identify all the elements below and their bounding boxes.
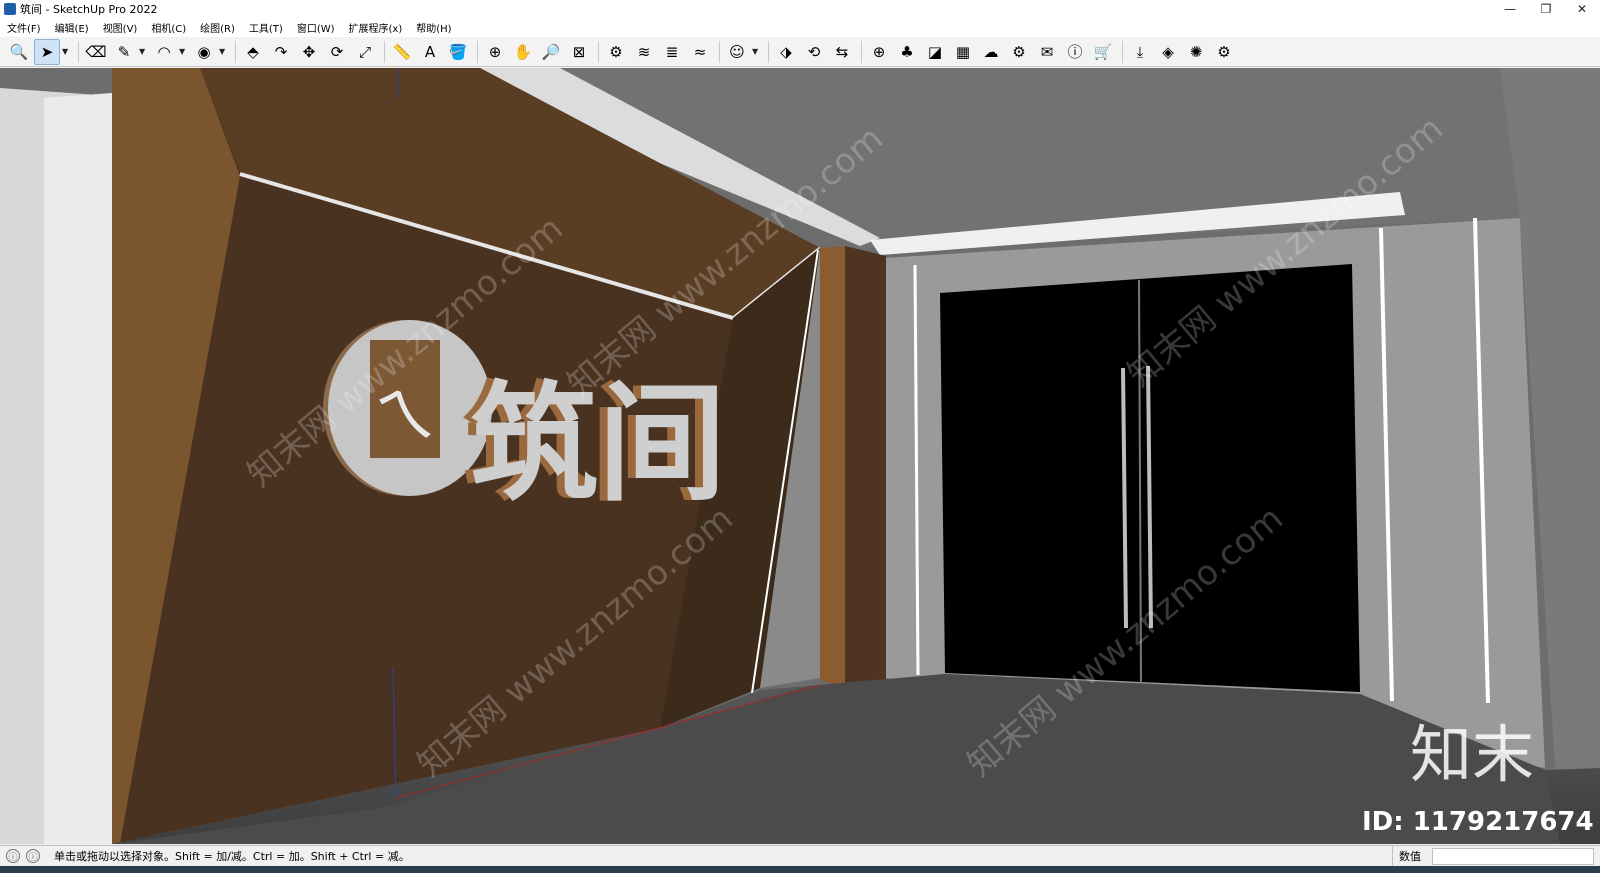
credits-icon[interactable]: ⓘ bbox=[26, 849, 40, 863]
close-button[interactable]: ✕ bbox=[1564, 0, 1600, 18]
menu-camera[interactable]: 相机(C) bbox=[144, 20, 193, 35]
zoom-window-icon[interactable]: ⊠ bbox=[566, 39, 592, 65]
pan-icon[interactable]: ✋ bbox=[510, 39, 536, 65]
brand-id: ID: 1179217674 bbox=[1362, 807, 1594, 837]
move-icon[interactable]: ✥ bbox=[296, 39, 322, 65]
menu-edit[interactable]: 编辑(E) bbox=[48, 20, 96, 35]
toolbar-separator bbox=[384, 40, 385, 63]
builder-icon[interactable]: ⬗ bbox=[773, 39, 799, 65]
cloud-icon[interactable]: ☁ bbox=[978, 39, 1004, 65]
menu-view[interactable]: 视图(V) bbox=[96, 20, 145, 35]
mail-icon[interactable]: ✉ bbox=[1034, 39, 1060, 65]
render-icon[interactable]: ✺ bbox=[1183, 39, 1209, 65]
toolbar-separator bbox=[235, 40, 236, 63]
toolbar-separator bbox=[768, 40, 769, 63]
brand-logo: 知末 bbox=[1410, 718, 1534, 791]
shapes-icon[interactable]: ◉ bbox=[191, 39, 217, 65]
toolbar-separator bbox=[477, 40, 478, 63]
tree-icon[interactable]: ♣ bbox=[894, 39, 920, 65]
pencil-icon[interactable]: ✎ bbox=[111, 39, 137, 65]
follow-me-icon[interactable]: ↷ bbox=[268, 39, 294, 65]
menu-bar: 文件(F) 编辑(E) 视图(V) 相机(C) 绘图(R) 工具(T) 窗口(W… bbox=[0, 18, 1600, 37]
measurements-input[interactable] bbox=[1432, 848, 1594, 865]
eraser-icon[interactable]: ⌫ bbox=[83, 39, 109, 65]
left-pillar-face bbox=[44, 93, 112, 844]
menu-extensions[interactable]: 扩展程序(x) bbox=[342, 20, 410, 35]
taskbar-strip bbox=[0, 866, 1600, 873]
status-bar: ⓘ ⓘ 单击或拖动以选择对象。Shift = 加/减。Ctrl = 加。Shif… bbox=[0, 845, 1600, 866]
checker-icon[interactable]: ▦ bbox=[950, 39, 976, 65]
dropdown-arrow-icon[interactable]: ▼ bbox=[752, 47, 760, 56]
toolbar-separator bbox=[861, 40, 862, 63]
geo-location-icon[interactable]: ⓘ bbox=[6, 849, 20, 863]
select-icon[interactable]: ➤ bbox=[34, 38, 60, 65]
toolbar-separator bbox=[598, 40, 599, 63]
gear-group-icon[interactable]: ⚙ bbox=[1211, 39, 1237, 65]
menu-window[interactable]: 窗口(W) bbox=[290, 20, 342, 35]
text-icon[interactable]: A bbox=[417, 39, 443, 65]
toolbar-separator bbox=[719, 40, 720, 63]
extension-icon[interactable]: ≋ bbox=[631, 39, 657, 65]
add-icon[interactable]: ⊕ bbox=[866, 39, 892, 65]
cart-icon[interactable]: 🛒 bbox=[1090, 39, 1116, 65]
import-icon[interactable]: ⤓ bbox=[1127, 39, 1153, 65]
main-toolbar: 🔍 ➤ ▼ ⌫ ✎ ▼ ◠ ▼ ◉ ▼ ⬘ ↷ ✥ ⟳ ⤢ 📏 A 🪣 ⊕ ✋ 🔎 ⊠ ⚙ ≋ ≣ ≈ ☺ ▼ ⬗ ⟲ ⇆ ⊕ ♣ ◪ ▦ ☁ ⚙ ✉ ⓘ 🛒… bbox=[0, 37, 1600, 67]
toolbar-separator bbox=[78, 40, 79, 63]
dropdown-arrow-icon[interactable]: ▼ bbox=[62, 47, 70, 56]
scene-canvas[interactable]: ㄟ 筑间 筑间 知末网 www.znzmo.com 知末网 www.znzmo.… bbox=[0, 68, 1600, 844]
tape-measure-icon[interactable]: 📏 bbox=[389, 39, 415, 65]
profile-icon[interactable]: ☺ bbox=[724, 39, 750, 65]
push-pull-icon[interactable]: ⬘ bbox=[240, 39, 266, 65]
sandbox-icon[interactable]: ≈ bbox=[687, 39, 713, 65]
info-icon[interactable]: ⓘ bbox=[1062, 39, 1088, 65]
model-viewport[interactable]: ㄟ 筑间 筑间 知末网 www.znzmo.com 知末网 www.znzmo.… bbox=[0, 68, 1600, 844]
menu-help[interactable]: 帮助(H) bbox=[409, 20, 458, 35]
photo-icon[interactable]: ◪ bbox=[922, 39, 948, 65]
sketchup-app-icon bbox=[4, 3, 16, 15]
scale-icon[interactable]: ⤢ bbox=[352, 39, 378, 65]
brown-column-face bbox=[820, 246, 845, 688]
export-icon[interactable]: ⇆ bbox=[829, 39, 855, 65]
dropdown-arrow-icon[interactable]: ▼ bbox=[219, 47, 227, 56]
settings-icon[interactable]: ⚙ bbox=[1006, 39, 1032, 65]
brown-column-side bbox=[845, 246, 886, 688]
dropdown-arrow-icon[interactable]: ▼ bbox=[179, 47, 187, 56]
zoom-extents-icon[interactable]: 🔍 bbox=[6, 39, 32, 65]
orbit-icon[interactable]: ⊕ bbox=[482, 39, 508, 65]
paint-bucket-icon[interactable]: 🪣 bbox=[445, 39, 471, 65]
toolbar-separator bbox=[1122, 40, 1123, 63]
sync-icon[interactable]: ⟲ bbox=[801, 39, 827, 65]
measurements-label: 数值 bbox=[1392, 846, 1421, 866]
menu-tools[interactable]: 工具(T) bbox=[242, 20, 290, 35]
zoom-icon[interactable]: 🔎 bbox=[538, 39, 564, 65]
rotate-icon[interactable]: ⟳ bbox=[324, 39, 350, 65]
arc-icon[interactable]: ◠ bbox=[151, 39, 177, 65]
dropdown-arrow-icon[interactable]: ▼ bbox=[139, 47, 147, 56]
layers-icon[interactable]: ≣ bbox=[659, 39, 685, 65]
title-bar: 筑间 - SketchUp Pro 2022 — ❐ ✕ bbox=[0, 0, 1600, 18]
menu-draw[interactable]: 绘图(R) bbox=[193, 20, 242, 35]
warehouse-icon[interactable]: ⚙ bbox=[603, 39, 629, 65]
status-hint: 单击或拖动以选择对象。Shift = 加/减。Ctrl = 加。Shift + … bbox=[54, 850, 410, 863]
window-title: 筑间 - SketchUp Pro 2022 bbox=[20, 3, 158, 16]
maximize-button[interactable]: ❐ bbox=[1528, 0, 1564, 18]
minimize-button[interactable]: — bbox=[1492, 0, 1528, 18]
layout-icon[interactable]: ◈ bbox=[1155, 39, 1181, 65]
menu-file[interactable]: 文件(F) bbox=[0, 20, 48, 35]
